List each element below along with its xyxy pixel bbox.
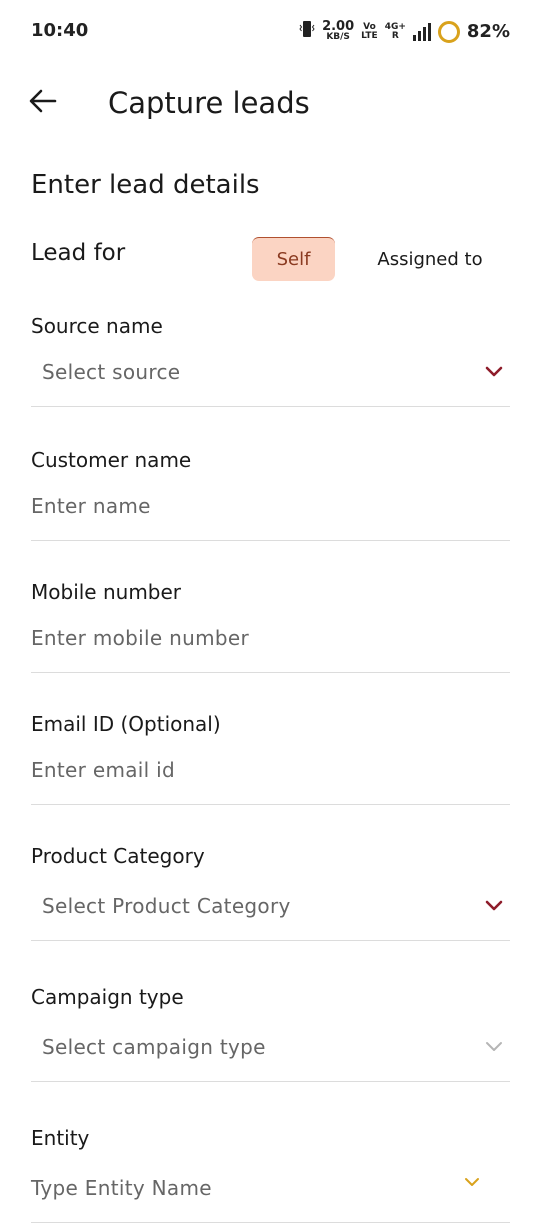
chevron-down-icon[interactable]	[462, 1174, 482, 1188]
lead-for-self-option[interactable]: Self	[252, 237, 335, 281]
volte-indicator: Vo LTE	[361, 21, 378, 41]
chevron-down-icon[interactable]	[484, 364, 504, 378]
mobile-number-label: Mobile number	[31, 580, 182, 604]
campaign-type-select[interactable]: Select campaign type	[31, 1031, 510, 1082]
signal-icon	[412, 22, 431, 41]
lead-for-label: Lead for	[31, 240, 126, 266]
page-title: Capture leads	[108, 86, 310, 120]
campaign-type-placeholder: Select campaign type	[42, 1035, 266, 1059]
vibrate-icon	[299, 19, 315, 44]
product-category-placeholder: Select Product Category	[42, 894, 291, 918]
entity-label: Entity	[31, 1126, 90, 1150]
customer-name-field: Customer name Enter name	[31, 448, 510, 541]
lead-for-assigned-option[interactable]: Assigned to	[364, 237, 496, 281]
email-label: Email ID (Optional)	[31, 712, 221, 736]
status-time: 10:40	[31, 20, 89, 41]
mobile-number-input[interactable]: Enter mobile number	[31, 622, 510, 673]
customer-name-placeholder: Enter name	[31, 494, 151, 518]
status-bar: 10:40 2.00 KB/S Vo LTE 4G+ R 82%	[0, 0, 540, 62]
campaign-type-field: Campaign type Select campaign type	[31, 985, 510, 1082]
net-speed: 2.00 KB/S	[322, 19, 355, 42]
entity-placeholder: Type Entity Name	[31, 1176, 212, 1200]
mobile-number-field: Mobile number Enter mobile number	[31, 580, 510, 673]
app-header: Capture leads	[0, 80, 540, 128]
product-category-select[interactable]: Select Product Category	[31, 890, 510, 941]
product-category-field: Product Category Select Product Category	[31, 844, 510, 941]
section-title: Enter lead details	[31, 170, 260, 200]
battery-percent: 82%	[466, 21, 510, 42]
customer-name-input[interactable]: Enter name	[31, 490, 510, 541]
entity-field: Entity Type Entity Name	[31, 1126, 510, 1223]
customer-name-label: Customer name	[31, 448, 192, 472]
chevron-down-icon[interactable]	[484, 1039, 504, 1053]
source-name-label: Source name	[31, 314, 163, 338]
mobile-number-placeholder: Enter mobile number	[31, 626, 249, 650]
email-field: Email ID (Optional) Enter email id	[31, 712, 510, 805]
back-arrow-icon[interactable]	[28, 86, 58, 116]
battery-icon	[437, 20, 460, 43]
source-select-placeholder: Select source	[42, 360, 181, 384]
campaign-type-label: Campaign type	[31, 985, 184, 1009]
entity-input[interactable]: Type Entity Name	[31, 1172, 510, 1223]
product-category-label: Product Category	[31, 844, 205, 868]
status-icons: 2.00 KB/S Vo LTE 4G+ R 82%	[299, 19, 510, 44]
source-name-field: Source name Select source	[31, 314, 510, 407]
network-type: 4G+ R	[384, 21, 406, 41]
email-input[interactable]: Enter email id	[31, 754, 510, 805]
source-select[interactable]: Select source	[31, 356, 510, 407]
chevron-down-icon[interactable]	[484, 898, 504, 912]
email-placeholder: Enter email id	[31, 758, 176, 782]
